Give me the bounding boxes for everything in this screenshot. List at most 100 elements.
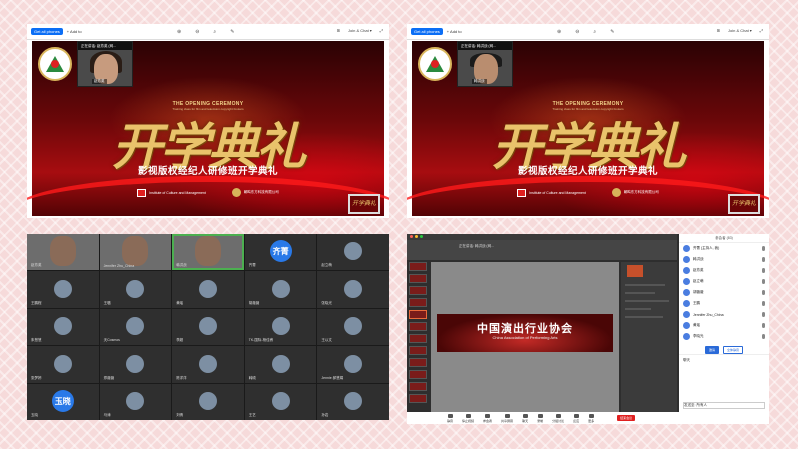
end-meeting-button[interactable]: 结束会议 — [617, 415, 636, 421]
participant-tile[interactable]: 李超 — [172, 308, 244, 346]
share-button[interactable]: Get all phones — [411, 28, 443, 35]
school-logo-icon — [38, 47, 72, 81]
minimize-icon[interactable] — [415, 235, 418, 238]
maximize-icon[interactable] — [420, 235, 423, 238]
participant-tile[interactable]: 马涛 — [99, 383, 172, 420]
microphone-icon[interactable] — [762, 290, 765, 295]
participant-tile[interactable]: 黄瑶 — [172, 271, 244, 308]
close-icon[interactable] — [410, 235, 413, 238]
participant-tile[interactable]: 张梦婷 — [27, 346, 99, 383]
participant-tile[interactable]: 齐菁 齐菁 — [244, 234, 317, 271]
participant-row[interactable]: 胡薇薇 — [679, 287, 769, 298]
avatar — [683, 278, 690, 285]
participant-tile[interactable]: 胡薇薇 — [244, 271, 317, 308]
slide-thumb[interactable] — [409, 358, 427, 367]
participant-row[interactable]: 赵立萌 — [679, 276, 769, 287]
control-icon — [447, 413, 453, 418]
participant-tile[interactable]: Jennie 郝慧娟 — [317, 346, 389, 383]
zoom-in-icon[interactable]: ⊕ — [557, 29, 561, 35]
expand-icon[interactable]: ⤢ — [760, 28, 763, 33]
participant-row[interactable]: Jennifer Zhu_China — [679, 309, 769, 320]
participant-tile[interactable]: 王以文 — [317, 308, 389, 346]
participant-row[interactable]: 齐菁 (主持人, 我) — [679, 243, 769, 254]
participant-row[interactable]: 王鹏 — [679, 298, 769, 309]
participant-tile[interactable]: 赵立萌 — [317, 234, 389, 271]
participant-tile[interactable]: 陈洋洋 — [172, 346, 244, 383]
microphone-icon[interactable] — [762, 268, 765, 273]
microphone-icon[interactable] — [762, 312, 765, 317]
slide-thumb[interactable] — [409, 262, 427, 271]
participant-tile[interactable]: 刘倩 — [172, 383, 244, 420]
self-view-thumbnail[interactable]: 开学典礼 — [728, 194, 760, 214]
participant-tile[interactable]: 朱慧慧 — [27, 308, 99, 346]
slide-thumb[interactable] — [409, 298, 427, 307]
slide-thumb[interactable] — [409, 382, 427, 391]
view-button[interactable]: Join & Chat ▾ — [728, 28, 752, 33]
share-button[interactable]: Get all phones — [31, 28, 63, 35]
participant-tile[interactable]: 郑薇薇 — [99, 346, 172, 383]
add-button[interactable]: + Add to — [67, 29, 82, 34]
chat-input[interactable]: 发送至: 所有人 — [683, 402, 765, 409]
participant-tile[interactable]: 玉晓 玉晓 — [27, 383, 99, 420]
participant-tile[interactable]: 王艺 — [244, 383, 317, 420]
control-button[interactable]: 共享屏幕 — [501, 413, 513, 423]
invite-button[interactable]: 邀请 — [705, 346, 719, 354]
speaker-video[interactable]: 正在讲话: 韩洪战 (网... 韩洪战 — [457, 41, 513, 87]
slide-thumb[interactable] — [409, 322, 427, 331]
participant-tile[interactable]: 孙岩 — [317, 383, 389, 420]
participant-tile[interactable]: 韩洪战 — [172, 234, 244, 271]
zoom-in-icon[interactable]: ⊕ — [177, 29, 181, 35]
slide-thumb[interactable] — [409, 274, 427, 283]
microphone-icon[interactable] — [762, 301, 765, 306]
slide-sponsors: Institute of Culture and Management 朝鸣东方… — [32, 188, 384, 197]
microphone-icon[interactable] — [762, 246, 765, 251]
slide-thumb[interactable] — [409, 370, 427, 379]
color-swatch[interactable] — [627, 265, 643, 277]
grid-icon[interactable]: ⊞ — [717, 28, 720, 33]
microphone-icon[interactable] — [762, 279, 765, 284]
control-button[interactable]: 更多 — [588, 413, 594, 423]
control-button[interactable]: 停止视频 — [462, 413, 474, 423]
mute-all-button[interactable]: 全体静音 — [723, 346, 743, 354]
add-button[interactable]: + Add to — [447, 29, 462, 34]
control-button[interactable]: 分组讨论 — [552, 413, 564, 423]
slide-thumb[interactable] — [409, 394, 427, 403]
pen-icon[interactable]: ✎ — [230, 29, 234, 35]
participant-row[interactable]: 李晓光 — [679, 331, 769, 342]
control-button[interactable]: 录制 — [537, 413, 543, 423]
pen-icon[interactable]: ✎ — [610, 29, 614, 35]
search-icon[interactable]: ⌕ — [593, 29, 596, 35]
slide-thumb[interactable] — [409, 346, 427, 355]
slide-thumb-selected[interactable] — [409, 310, 427, 319]
zoom-out-icon[interactable]: ⊖ — [195, 29, 199, 35]
participant-row[interactable]: 韩洪战 — [679, 254, 769, 265]
microphone-icon[interactable] — [762, 334, 765, 339]
speaker-video[interactable]: 正在讲话: 赵芳英 (网... 赵芳英 — [77, 41, 133, 87]
view-button[interactable]: Join & Chat ▾ — [348, 28, 372, 33]
participant-row[interactable]: 赵芳英 — [679, 265, 769, 276]
participant-tile[interactable]: TK-国际-杨佳睿 — [244, 308, 317, 346]
participant-tile[interactable]: 张晓光 — [317, 271, 389, 308]
control-button[interactable]: 聊天 — [522, 413, 528, 423]
slide-canvas[interactable]: 中国演出行业协会 China Association of Performing… — [431, 262, 619, 412]
participant-tile[interactable]: Jennifer Zhu_China — [99, 234, 172, 271]
participant-tile[interactable]: 韩硕 — [244, 346, 317, 383]
zoom-out-icon[interactable]: ⊖ — [575, 29, 579, 35]
expand-icon[interactable]: ⤢ — [380, 28, 383, 33]
control-button[interactable]: 反应 — [573, 413, 579, 423]
slide-thumb[interactable] — [409, 286, 427, 295]
control-button[interactable]: 静音 — [447, 413, 453, 423]
microphone-icon[interactable] — [762, 257, 765, 262]
participant-tile[interactable]: 赵芳英 — [27, 234, 99, 271]
slide-thumb[interactable] — [409, 334, 427, 343]
participant-tile[interactable]: 王璐 — [99, 271, 172, 308]
participant-tile[interactable]: 天Cosmos — [99, 308, 172, 346]
self-view-thumbnail[interactable]: 开学典礼 — [348, 194, 380, 214]
participant-row[interactable]: 黄瑶 — [679, 320, 769, 331]
microphone-icon[interactable] — [762, 323, 765, 328]
grid-icon[interactable]: ⊞ — [337, 28, 340, 33]
control-button[interactable]: 参会者 — [483, 413, 492, 423]
search-icon[interactable]: ⌕ — [213, 29, 216, 35]
participant-tile[interactable]: 王鹏程 — [27, 271, 99, 308]
participant-name: 王艺 — [248, 413, 256, 417]
